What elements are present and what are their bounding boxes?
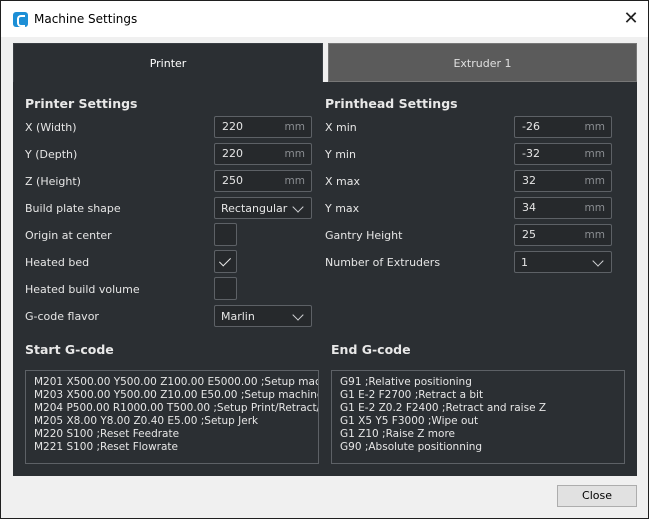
gantry-height-label: Gantry Height: [325, 229, 403, 242]
x-min-label: X min: [325, 121, 357, 134]
gcode-line: M220 S100 ;Reset Feedrate: [34, 428, 180, 440]
y-depth-input[interactable]: 220 mm: [214, 143, 312, 165]
heated-build-volume-label: Heated build volume: [25, 283, 140, 296]
tab-printer[interactable]: Printer: [13, 43, 323, 82]
x-width-label: X (Width): [25, 121, 77, 134]
gcode-line: M203 X500.00 Y500.00 Z10.00 E50.00 ;Setu…: [34, 389, 319, 401]
window-title: Machine Settings: [34, 12, 138, 26]
x-max-value: 32: [522, 174, 536, 187]
x-min-unit: mm: [584, 121, 605, 133]
y-max-unit: mm: [584, 202, 605, 214]
gcode-line: M205 X8.00 Y8.00 Z0.40 E5.00 ;Setup Jerk: [34, 415, 259, 427]
printhead-settings-title: Printhead Settings: [325, 96, 458, 111]
y-min-label: Y min: [325, 148, 356, 161]
origin-at-center-checkbox[interactable]: [214, 223, 237, 246]
gantry-height-unit: mm: [584, 229, 605, 241]
origin-at-center-label: Origin at center: [25, 229, 112, 242]
z-height-unit: mm: [284, 175, 305, 187]
gcode-line: G1 E-2 Z0.2 F2400 ;Retract and raise Z: [340, 402, 547, 414]
gantry-height-value: 25: [522, 228, 536, 241]
x-min-value: -26: [522, 120, 540, 133]
machine-settings-dialog: Machine Settings ✕ Printer Extruder 1 Pr…: [0, 0, 649, 519]
start-gcode-editor[interactable]: M201 X500.00 Y500.00 Z100.00 E5000.00 ;S…: [25, 370, 319, 464]
gantry-height-input[interactable]: 25 mm: [514, 224, 612, 246]
number-of-extruders-value: 1: [521, 256, 528, 269]
title-bar: Machine Settings ✕: [1, 1, 648, 37]
printer-settings-title: Printer Settings: [25, 96, 138, 111]
checkmark-icon: [218, 254, 232, 267]
gcode-line: G1 E-2 F2700 ;Retract a bit: [340, 389, 484, 401]
z-height-label: Z (Height): [25, 175, 81, 188]
y-max-input[interactable]: 34 mm: [514, 197, 612, 219]
gcode-line: M201 X500.00 Y500.00 Z100.00 E5000.00 ;S…: [34, 376, 319, 388]
close-button[interactable]: Close: [557, 485, 637, 507]
x-width-unit: mm: [284, 121, 305, 133]
gcode-line: G90 ;Absolute positionning: [340, 441, 483, 453]
gcode-line: G1 X5 Y5 F3000 ;Wipe out: [340, 415, 479, 427]
z-height-input[interactable]: 250 mm: [214, 170, 312, 192]
chevron-down-icon: [292, 309, 304, 321]
gcode-flavor-select[interactable]: Marlin: [214, 305, 312, 327]
gcode-line: G91 ;Relative positioning: [340, 376, 472, 388]
y-min-unit: mm: [584, 148, 605, 160]
x-width-value: 220: [222, 120, 243, 133]
end-gcode-editor[interactable]: G91 ;Relative positioning G1 E-2 F2700 ;…: [331, 370, 625, 464]
start-gcode-title: Start G-code: [25, 342, 114, 357]
y-depth-label: Y (Depth): [25, 148, 78, 161]
gcode-flavor-label: G-code flavor: [25, 310, 99, 323]
cura-logo-icon: [13, 12, 28, 27]
gcode-line: M204 P500.00 R1000.00 T500.00 ;Setup Pri…: [34, 402, 319, 414]
y-min-value: -32: [522, 147, 540, 160]
number-of-extruders-label: Number of Extruders: [325, 256, 441, 269]
number-of-extruders-select[interactable]: 1: [514, 251, 612, 273]
x-max-input[interactable]: 32 mm: [514, 170, 612, 192]
close-window-icon[interactable]: ✕: [619, 7, 643, 31]
gcode-flavor-value: Marlin: [221, 310, 255, 323]
heated-bed-checkbox[interactable]: [214, 250, 237, 273]
y-depth-unit: mm: [284, 148, 305, 160]
y-max-value: 34: [522, 201, 536, 214]
y-max-label: Y max: [325, 202, 360, 215]
chevron-down-icon: [292, 201, 304, 213]
build-plate-shape-label: Build plate shape: [25, 202, 121, 215]
chevron-down-icon: [592, 255, 604, 267]
x-min-input[interactable]: -26 mm: [514, 116, 612, 138]
build-plate-shape-select[interactable]: Rectangular: [214, 197, 312, 219]
heated-build-volume-checkbox[interactable]: [214, 277, 237, 300]
x-max-unit: mm: [584, 175, 605, 187]
z-height-value: 250: [222, 174, 243, 187]
y-min-input[interactable]: -32 mm: [514, 143, 612, 165]
tab-extruder-1[interactable]: Extruder 1: [328, 43, 637, 82]
build-plate-shape-value: Rectangular: [221, 202, 288, 215]
end-gcode-title: End G-code: [331, 342, 411, 357]
x-max-label: X max: [325, 175, 360, 188]
y-depth-value: 220: [222, 147, 243, 160]
gcode-line: M221 S100 ;Reset Flowrate: [34, 441, 178, 453]
x-width-input[interactable]: 220 mm: [214, 116, 312, 138]
gcode-line: G1 Z10 ;Raise Z more: [340, 428, 455, 440]
heated-bed-label: Heated bed: [25, 256, 90, 269]
